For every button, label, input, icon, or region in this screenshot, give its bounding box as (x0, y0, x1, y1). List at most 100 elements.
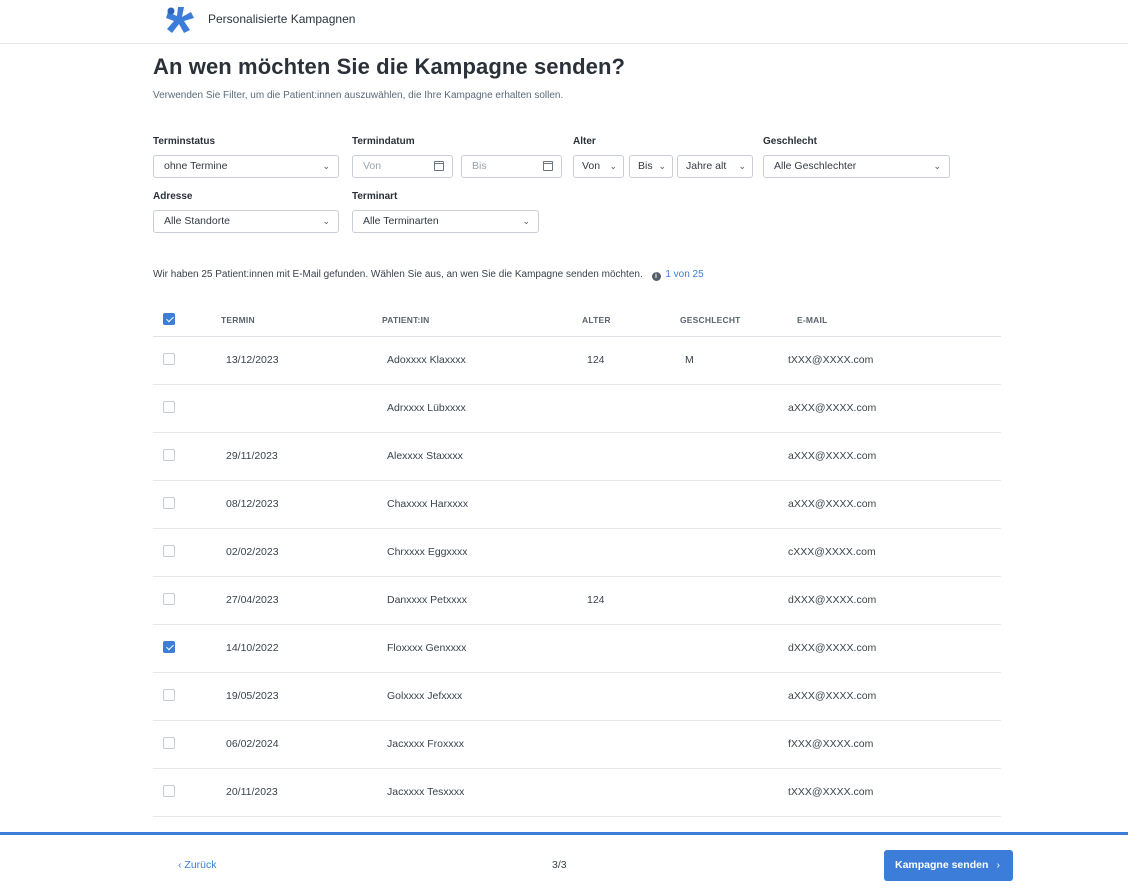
cell-patient: Adrxxxx Lübxxxx (387, 402, 466, 414)
cell-patient: Chrxxxx Eggxxxx (387, 546, 468, 558)
chevron-right-icon: › (996, 859, 1001, 871)
chevron-down-icon: ⌄ (658, 161, 666, 171)
geschlecht-select[interactable]: Alle Geschlechter ⌄ (763, 155, 950, 178)
termindatum-bis-input[interactable]: Bis (461, 155, 562, 178)
row-checkbox[interactable] (163, 641, 175, 653)
calendar-icon (434, 161, 444, 171)
geschlecht-label: Geschlecht (763, 136, 817, 147)
row-checkbox[interactable] (163, 497, 175, 509)
cell-email: aXXX@XXXX.com (788, 402, 877, 414)
cell-email: fXXX@XXXX.com (788, 738, 874, 750)
back-button[interactable]: ‹ Zurück (178, 859, 217, 871)
adresse-select[interactable]: Alle Standorte ⌄ (153, 210, 339, 233)
cell-patient: Adoxxxx Klaxxxx (387, 354, 466, 366)
terminstatus-label: Terminstatus (153, 136, 216, 147)
header-termin: TERMIN (221, 315, 255, 325)
terminart-value: Alle Terminarten (363, 215, 439, 227)
table-body: 13/12/2023 Adoxxxx Klaxxxx 124 MtXXX@XXXX.c… (153, 337, 1001, 817)
adresse-label: Adresse (153, 191, 193, 202)
cell-email: dXXX@XXXX.com (788, 642, 877, 654)
chevron-down-icon: ⌄ (609, 161, 617, 171)
info-icon[interactable]: i (651, 272, 661, 281)
header-alter: ALTER (582, 315, 611, 325)
cell-termin: 20/11/2023 (226, 786, 278, 798)
cell-patient: Alexxxx Staxxxx (387, 450, 463, 462)
cell-termin: 08/12/2023 (226, 498, 279, 510)
table-row[interactable]: Adrxxxx Lübxxxx aXXX@XXXX.com (153, 385, 1001, 433)
top-bar: Personalisierte Kampagnen (0, 0, 1128, 44)
table-row[interactable]: 02/02/2023 Chrxxxx Eggxxxx cXXX@XXXX.com (153, 529, 1001, 577)
row-checkbox[interactable] (163, 737, 175, 749)
cell-patient: Jacxxxx Froxxxx (387, 738, 465, 750)
cell-email: aXXX@XXXX.com (788, 690, 877, 702)
alter-label: Alter (573, 136, 596, 147)
table-header: TERMIN PATIENT:IN ALTER GESCHLECHT E-MAI… (153, 306, 1001, 337)
row-checkbox[interactable] (163, 449, 175, 461)
table-row[interactable]: 13/12/2023 Adoxxxx Klaxxxx 124 MtXXX@XXXX.c… (153, 337, 1001, 385)
table-row[interactable]: 29/11/2023 Alexxxx Staxxxx aXXX@XXXX.com (153, 433, 1001, 481)
alter-unit-select[interactable]: Jahre alt ⌄ (677, 155, 753, 178)
cell-termin: 29/11/2023 (226, 450, 278, 462)
results-count: 1 von 25 (665, 269, 704, 280)
terminstatus-select[interactable]: ohne Termine ⌄ (153, 155, 339, 178)
header-geschlecht: GESCHLECHT (680, 315, 741, 325)
chevron-down-icon: ⌄ (322, 161, 330, 171)
cell-alter: 124 (587, 594, 605, 606)
termindatum-von-input[interactable]: Von (352, 155, 453, 178)
geschlecht-value: Alle Geschlechter (774, 160, 857, 172)
cell-patient: Jacxxxx Tesxxxx (387, 786, 465, 798)
results-info: Wir haben 25 Patient:innen mit E-Mail ge… (153, 269, 704, 281)
alter-von-select[interactable]: Von ⌄ (573, 155, 624, 178)
cell-patient: Golxxxx Jefxxxx (387, 690, 463, 702)
terminstatus-value: ohne Termine (164, 160, 228, 172)
row-checkbox[interactable] (163, 593, 175, 605)
table-row[interactable]: 08/12/2023 Chaxxxx Harxxxx aXXX@XXXX.com (153, 481, 1001, 529)
cell-email: tXXX@XXXX.com (788, 354, 874, 366)
send-campaign-button[interactable]: Kampagne senden › (884, 850, 1013, 881)
cell-patient: Floxxxx Genxxxx (387, 642, 467, 654)
cell-geschlecht: M (685, 354, 694, 366)
termindatum-von-placeholder: Von (363, 160, 382, 172)
row-checkbox[interactable] (163, 785, 175, 797)
table-row[interactable]: 06/02/2024 Jacxxxx Froxxxx fXXX@XXXX.com (153, 721, 1001, 769)
terminart-select[interactable]: Alle Terminarten ⌄ (352, 210, 539, 233)
calendar-icon (543, 161, 553, 171)
termindatum-label: Termindatum (352, 136, 415, 147)
chevron-down-icon: ⌄ (322, 216, 330, 226)
table-row[interactable]: 19/05/2023 Golxxxx Jefxxxx aXXX@XXXX.com (153, 673, 1001, 721)
terminart-label: Terminart (352, 191, 398, 202)
page-subtitle: Verwenden Sie Filter, um die Patient:inn… (153, 90, 564, 101)
results-text: Wir haben 25 Patient:innen mit E-Mail ge… (153, 269, 643, 280)
cell-email: aXXX@XXXX.com (788, 450, 877, 462)
cell-termin: 13/12/2023 (226, 354, 279, 366)
cell-termin: 27/04/2023 (226, 594, 279, 606)
select-all-checkbox[interactable] (163, 313, 175, 325)
table-row[interactable]: 14/10/2022 Floxxxx Genxxxx dXXX@XXXX.com (153, 625, 1001, 673)
alter-bis-select[interactable]: Bis ⌄ (629, 155, 673, 178)
header-email: E-MAIL (797, 315, 828, 325)
footer-bar: ‹ Zurück 3/3 Kampagne senden › (0, 832, 1128, 889)
cell-email: cXXX@XXXX.com (788, 546, 876, 558)
cell-termin: 06/02/2024 (226, 738, 279, 750)
cell-email: tXXX@XXXX.com (788, 786, 874, 798)
page-title: An wen möchten Sie die Kampagne senden? (153, 54, 626, 79)
row-checkbox[interactable] (163, 401, 175, 413)
cell-patient: Chaxxxx Harxxxx (387, 498, 469, 510)
alter-bis-value: Bis (638, 160, 653, 172)
adresse-value: Alle Standorte (164, 215, 230, 227)
table-row[interactable]: 27/04/2023 Danxxxx Petxxxx 124 dXXX@XXXX.co… (153, 577, 1001, 625)
cell-email: dXXX@XXXX.com (788, 594, 877, 606)
cell-termin: 14/10/2022 (226, 642, 279, 654)
logo-icon (166, 7, 194, 33)
cell-alter: 124 (587, 354, 605, 366)
termindatum-bis-placeholder: Bis (472, 160, 487, 172)
row-checkbox[interactable] (163, 545, 175, 557)
send-campaign-label: Kampagne senden (895, 859, 989, 871)
table-row[interactable]: 20/11/2023 Jacxxxx Tesxxxx tXXX@XXXX.com (153, 769, 1001, 817)
alter-von-value: Von (582, 160, 601, 172)
alter-unit-value: Jahre alt (686, 160, 727, 172)
row-checkbox[interactable] (163, 353, 175, 365)
app-title: Personalisierte Kampagnen (208, 12, 356, 26)
cell-termin: 19/05/2023 (226, 690, 279, 702)
row-checkbox[interactable] (163, 689, 175, 701)
